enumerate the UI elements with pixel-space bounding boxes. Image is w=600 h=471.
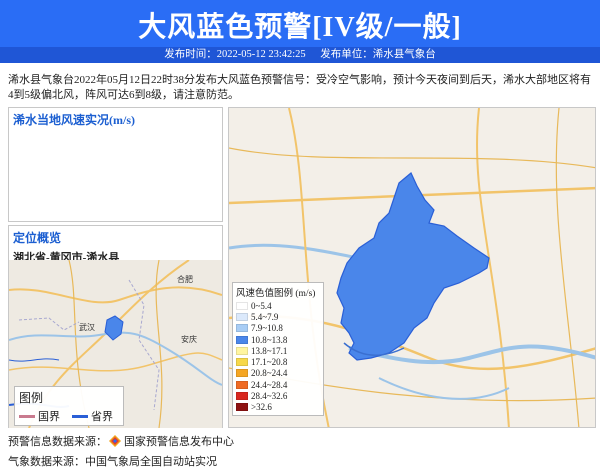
legend-swatch	[236, 335, 248, 344]
province-border-line-sample	[72, 414, 88, 418]
legend-label: 17.1~20.8	[251, 357, 288, 368]
national-border-line-sample	[19, 414, 35, 418]
wind-panel-title: 浠水当地风速实况(m/s)	[13, 113, 135, 127]
boundary-legend-title: 图例	[19, 391, 44, 405]
legend-label: 28.4~32.6	[251, 391, 288, 402]
map-label-wuhan: 武汉	[79, 322, 95, 332]
warning-meta-bar: 发布时间：2022-05-12 23:42:25 发布单位：浠水县气象台	[0, 47, 600, 63]
legend-label: 7.9~10.8	[251, 323, 283, 334]
legend-label: 5.4~7.9	[251, 311, 279, 322]
legend-label: >32.6	[251, 402, 272, 413]
legend-swatch	[236, 346, 248, 355]
publisher: 发布单位：浠水县气象台	[320, 49, 436, 60]
legend-label: 10.8~13.8	[251, 334, 288, 345]
boundary-legend: 图例 国界 省界	[14, 386, 124, 426]
wind-observation-panel: 浠水当地风速实况(m/s)	[8, 107, 223, 222]
weather-source-line: 气象数据来源：中国气象局全国自动站实况	[8, 456, 217, 468]
province-border-label: 省界	[91, 411, 113, 423]
legend-swatch	[236, 403, 248, 412]
legend-swatch	[236, 380, 248, 389]
legend-swatch	[236, 392, 248, 401]
legend-label: 24.4~28.4	[251, 379, 288, 390]
map-label-hefei: 合肥	[177, 274, 193, 284]
warning-source-name[interactable]: 国家预警信息发布中心	[124, 433, 234, 449]
legend-label: 20.8~24.4	[251, 368, 288, 379]
national-border-label: 国界	[38, 411, 60, 423]
wind-speed-legend: 风速色值图例 (m/s) 0~5.4 5.4~7.9 7.9~10.8 10.8…	[232, 282, 324, 416]
legend-swatch	[236, 358, 248, 367]
legend-swatch	[236, 324, 248, 333]
legend-swatch	[236, 369, 248, 378]
map-label-anqing: 安庆	[181, 334, 197, 344]
legend-swatch	[236, 312, 248, 321]
warning-header: 大风蓝色预警[IV级/一般] 发布时间：2022-05-12 23:42:25 …	[0, 0, 600, 63]
legend-label: 13.8~17.1	[251, 345, 288, 356]
wind-legend-title: 风速色值图例 (m/s)	[236, 289, 316, 299]
legend-swatch	[236, 301, 248, 310]
warning-center-logo-icon	[109, 435, 121, 447]
warning-source-line: 预警信息数据来源： 国家预警信息发布中心	[8, 433, 598, 449]
warning-source-prefix: 预警信息数据来源：	[8, 436, 107, 448]
location-panel-title: 定位概览	[13, 231, 62, 245]
legend-label: 0~5.4	[251, 300, 272, 311]
warning-title: 大风蓝色预警[IV级/一般]	[138, 12, 462, 43]
warning-description: 浠水县气象台2022年05月12日22时38分发布大风蓝色预警信号：受冷空气影响…	[8, 74, 591, 101]
publish-time: 发布时间：2022-05-12 23:42:25	[164, 49, 306, 60]
